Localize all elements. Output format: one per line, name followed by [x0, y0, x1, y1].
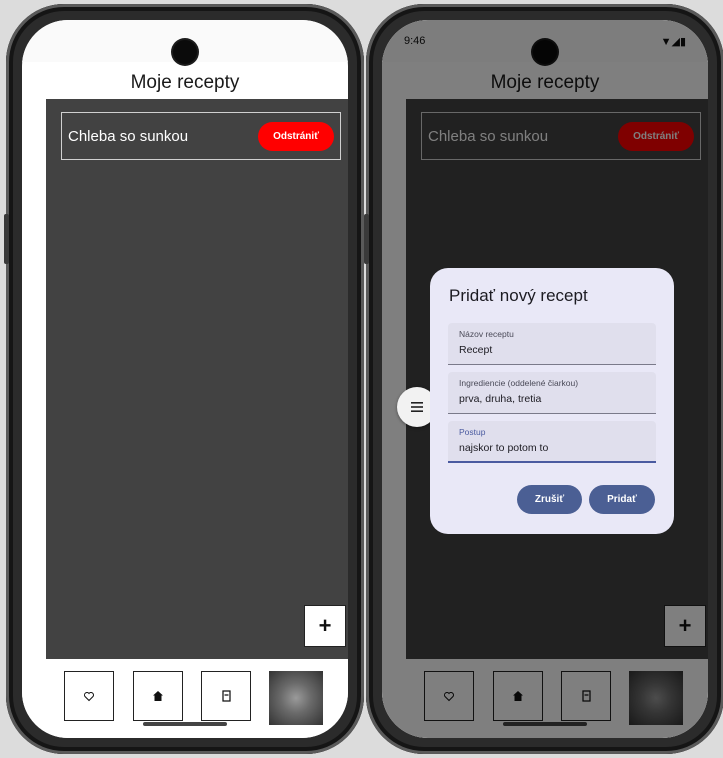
home-indicator[interactable]	[143, 722, 227, 726]
bottom-nav	[22, 659, 348, 738]
field-value: Recept	[459, 344, 493, 356]
profile-image[interactable]	[269, 671, 323, 725]
book-icon	[221, 690, 231, 702]
ingredients-field[interactable]: Ingrediencie (oddelené čiarkou) prva, dr…	[448, 372, 656, 414]
favorites-button[interactable]	[64, 671, 114, 721]
volume-button	[4, 214, 9, 264]
dialog-title: Pridať nový recept	[449, 286, 588, 305]
front-camera	[173, 40, 197, 64]
heart-icon	[84, 692, 94, 702]
field-label: Postup	[459, 427, 486, 437]
recipes-button[interactable]	[201, 671, 251, 721]
add-button[interactable]: Pridať	[589, 485, 655, 514]
app-title: Moje recepty	[130, 72, 240, 93]
screen-left: Moje recepty Chleba so sunkou Odstrániť …	[22, 20, 348, 738]
field-label: Ingrediencie (oddelené čiarkou)	[459, 378, 579, 388]
cancel-button[interactable]: Zrušiť	[517, 485, 582, 514]
volume-button	[364, 214, 369, 264]
field-value: prva, druha, tretia	[459, 393, 542, 405]
screen-right: 9:46 ▼◢▮ Moje recepty Chleba so sunkou O…	[382, 20, 708, 738]
add-recipe-dialog: Pridať nový recept Názov receptu Recept …	[430, 268, 674, 534]
procedure-field[interactable]: Postup najskor to potom to	[448, 421, 656, 463]
recipe-name-field[interactable]: Názov receptu Recept	[448, 323, 656, 365]
phone-frame-left: Moje recepty Chleba so sunkou Odstrániť …	[4, 4, 364, 754]
add-recipe-button[interactable]: +	[304, 605, 346, 647]
recipe-name: Chleba so sunkou	[68, 127, 189, 145]
menu-icon	[411, 402, 423, 412]
delete-button[interactable]: Odstrániť	[258, 121, 334, 151]
home-button[interactable]	[133, 671, 183, 721]
recipe-list[interactable]: Chleba so sunkou Odstrániť +	[46, 99, 348, 659]
home-icon	[153, 691, 163, 701]
field-value: najskor to potom to	[459, 442, 549, 454]
phone-frame-right: 9:46 ▼◢▮ Moje recepty Chleba so sunkou O…	[364, 4, 723, 754]
field-label: Názov receptu	[459, 329, 514, 339]
recipe-card[interactable]: Chleba so sunkou Odstrániť	[61, 112, 341, 160]
